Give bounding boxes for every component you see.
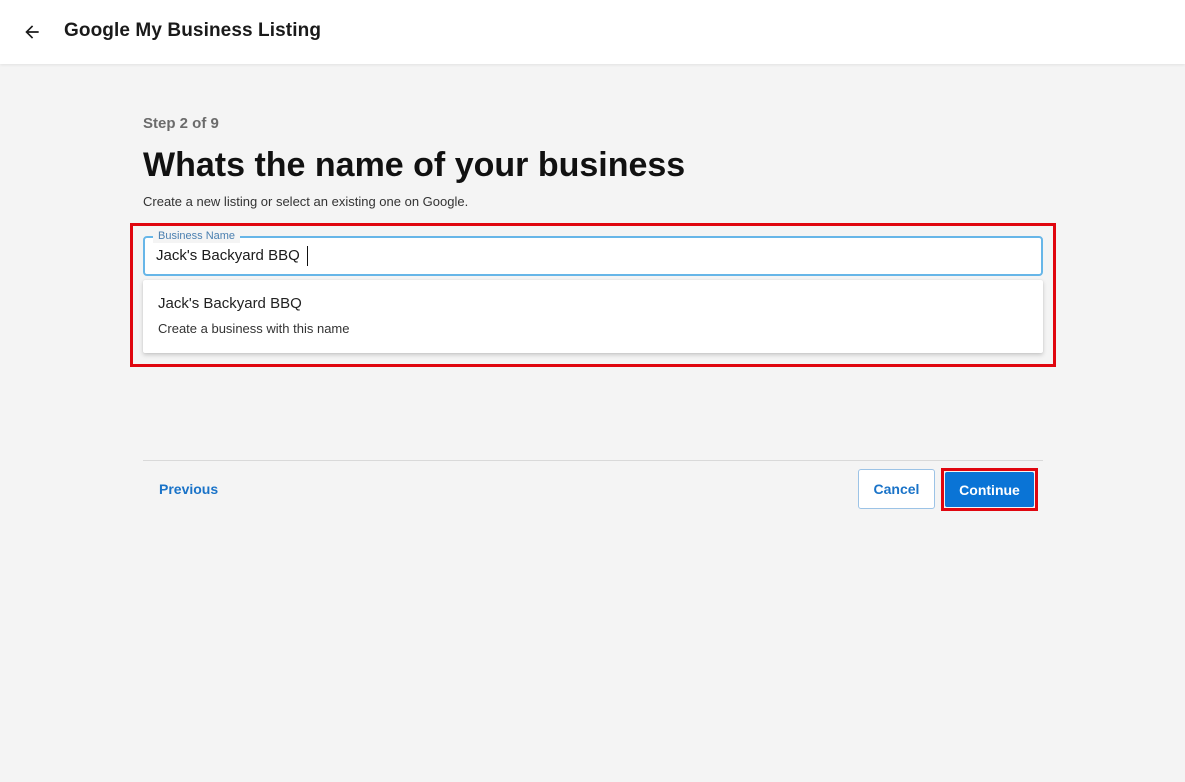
text-caret bbox=[307, 246, 308, 266]
suggestion-dropdown[interactable]: Jack's Backyard BBQ Create a business wi… bbox=[143, 280, 1043, 353]
app-title: Google My Business Listing bbox=[64, 20, 322, 41]
business-name-label: Business Name bbox=[153, 229, 241, 243]
step-indicator: Step 2 of 9 bbox=[143, 115, 219, 132]
page-subtitle: Create a new listing or select an existi… bbox=[143, 194, 469, 209]
top-bar: Google My Business Listing bbox=[0, 0, 1185, 64]
business-name-input[interactable] bbox=[156, 247, 1016, 264]
continue-button[interactable]: Continue bbox=[945, 472, 1034, 507]
cancel-button[interactable]: Cancel bbox=[858, 469, 935, 509]
footer-divider bbox=[143, 460, 1043, 461]
arrow-left-icon bbox=[25, 25, 39, 39]
suggestion-subtitle: Create a business with this name bbox=[158, 321, 350, 336]
suggestion-title: Jack's Backyard BBQ bbox=[158, 295, 302, 312]
business-name-field[interactable]: Business Name bbox=[143, 229, 1043, 276]
back-button[interactable] bbox=[20, 20, 44, 44]
previous-button[interactable]: Previous bbox=[159, 481, 218, 497]
page-title: Whats the name of your business bbox=[143, 146, 686, 184]
